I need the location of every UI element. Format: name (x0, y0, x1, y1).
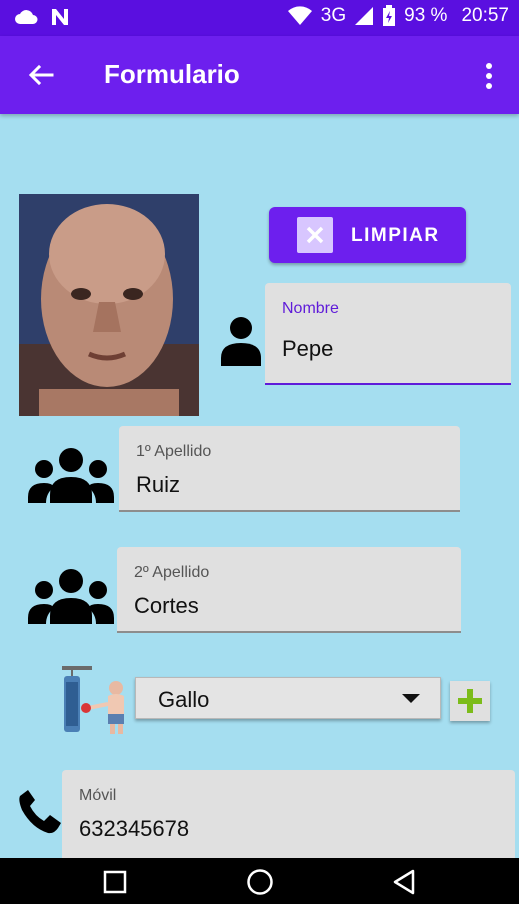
group-icon (28, 569, 114, 624)
n-app-icon (52, 9, 68, 25)
apellido1-value[interactable]: Ruiz (136, 472, 180, 498)
nombre-field[interactable]: Nombre Pepe (265, 283, 511, 385)
apellido1-label: 1º Apellido (136, 443, 212, 460)
add-category-button[interactable] (450, 681, 490, 721)
phone-icon (19, 790, 61, 834)
navigation-bar (0, 858, 519, 904)
plus-icon (458, 689, 482, 713)
nombre-label: Nombre (282, 300, 339, 317)
signal-icon (355, 7, 374, 25)
boxer-icon (62, 666, 124, 734)
movil-value[interactable]: 632345678 (79, 816, 189, 842)
face-portrait (19, 194, 199, 416)
apellido2-label: 2º Apellido (134, 564, 210, 581)
apellido2-field[interactable]: 2º Apellido Cortes (117, 547, 461, 633)
movil-label: Móvil (79, 787, 117, 804)
person-icon (221, 317, 261, 366)
wifi-icon (287, 6, 312, 26)
back-triangle-icon[interactable] (392, 868, 416, 896)
status-bar: 3G 93 % 20:57 (0, 0, 519, 36)
profile-photo[interactable] (19, 194, 199, 416)
group-icon (28, 448, 114, 503)
categoria-dropdown[interactable]: Gallo (135, 677, 441, 719)
cloud-icon (15, 10, 38, 24)
more-vert-icon[interactable] (477, 58, 501, 94)
arrow-left-icon[interactable] (22, 58, 58, 94)
clear-button-label: LIMPIAR (351, 225, 440, 246)
page-title: Formulario (104, 59, 240, 89)
caret-down-icon (402, 694, 420, 703)
recents-square-icon[interactable] (103, 870, 127, 894)
battery-icon (383, 5, 396, 26)
nombre-value[interactable]: Pepe (282, 336, 333, 362)
movil-field[interactable]: Móvil 632345678 (62, 770, 515, 858)
apellido2-value[interactable]: Cortes (134, 593, 199, 619)
app-bar: Formulario (0, 36, 519, 114)
apellido1-field[interactable]: 1º Apellido Ruiz (119, 426, 460, 512)
clear-button[interactable]: LIMPIAR (269, 207, 466, 263)
close-icon (297, 217, 333, 253)
categoria-selected: Gallo (158, 687, 210, 712)
battery-level: 93 % (404, 5, 448, 26)
network-type: 3G (320, 5, 347, 26)
clock: 20:57 (461, 5, 509, 26)
home-circle-icon[interactable] (246, 868, 274, 896)
